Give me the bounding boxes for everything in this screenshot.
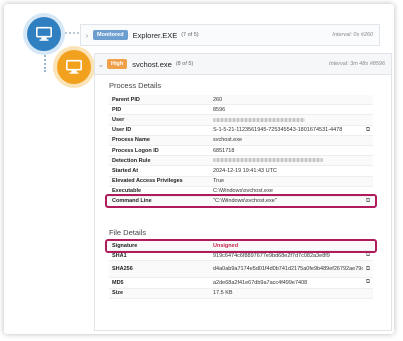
redacted-value xyxy=(213,158,323,163)
row-key: User ID xyxy=(112,127,132,134)
row-value: d4a0ab9a7174e5d01f4d0b741d2175a0fe9b489e… xyxy=(213,266,363,273)
process-details-title: Process Details xyxy=(109,81,162,90)
child-process-row[interactable]: ⌄ High svchost.exe (8 of 5) Interval: 3m… xyxy=(94,53,392,75)
process-details-panel: Process Details Parent PID 260 PID 8596 … xyxy=(94,75,392,331)
row-key: SHA1 xyxy=(112,252,127,259)
executable-highlight xyxy=(105,194,377,208)
table-row: PID 8596 xyxy=(109,105,373,116)
row-value-redacted xyxy=(213,117,363,123)
row-value: S-1-5-21-1123561945-725345543-1801674531… xyxy=(213,127,343,134)
copy-icon[interactable]: ⧉ xyxy=(363,252,373,259)
row-key: SHA256 xyxy=(112,266,133,273)
chevron-right-icon[interactable]: › xyxy=(81,31,93,40)
copy-icon[interactable]: ⧉ xyxy=(363,127,373,134)
table-row: Started At 2024-12-19 19:41:43 UTC xyxy=(109,166,373,177)
row-key: MD5 xyxy=(112,279,124,286)
child-process-node[interactable] xyxy=(57,50,91,84)
row-value: 919c6474c6f8897677e9bd68e2f7d7c082a3e8f9 xyxy=(213,252,330,259)
row-key: Detection Rule xyxy=(112,157,151,164)
process-count: (7 of 5) xyxy=(181,32,199,38)
process-count: (8 of 5) xyxy=(175,61,194,67)
process-interval: Interval: 0s #260 xyxy=(332,32,373,38)
row-key: Parent PID xyxy=(112,96,140,103)
redacted-value xyxy=(213,117,305,122)
table-row: Process Logon ID 6851718 xyxy=(109,146,373,157)
table-row: SHA256 d4a0ab9a7174e5d01f4d0b741d2175a0f… xyxy=(109,261,373,279)
table-row: Detection Rule xyxy=(109,156,373,167)
table-row: Process Name svchost.exe xyxy=(109,135,373,146)
row-value: svchost.exe xyxy=(213,137,243,144)
process-details-table: Parent PID 260 PID 8596 User User ID S-1… xyxy=(109,95,373,208)
row-value-redacted xyxy=(213,158,363,164)
row-value: 6851718 xyxy=(213,147,235,154)
process-tree-panel: › Monitored Explorer.EXE (7 of 5) Interv… xyxy=(4,4,394,334)
row-value: True xyxy=(213,178,225,185)
chevron-down-icon[interactable]: ⌄ xyxy=(95,60,107,69)
row-key: Process Name xyxy=(112,137,150,144)
parent-process-node[interactable] xyxy=(27,17,61,51)
table-row: Elevated Access Privileges True xyxy=(109,176,373,187)
process-name: svchost.exe xyxy=(132,59,172,69)
row-key: Started At xyxy=(112,167,139,174)
copy-icon[interactable]: ⧉ xyxy=(363,266,373,273)
row-value: a2de68a2f41e67db9a7acc4f499e7408 xyxy=(213,279,308,286)
copy-icon[interactable]: ⧉ xyxy=(363,279,373,286)
process-name: Explorer.EXE xyxy=(132,30,178,40)
process-interval: Interval: 3m 48s #8596 xyxy=(329,61,385,67)
table-row: User xyxy=(109,115,373,126)
computer-icon xyxy=(35,26,53,41)
signature-highlight xyxy=(105,239,377,253)
row-value: 260 xyxy=(213,96,223,103)
timeline-connector-parent xyxy=(61,32,79,34)
row-value: 8596 xyxy=(213,106,226,113)
row-value: 2024-12-19 19:41:43 UTC xyxy=(213,167,277,174)
row-key: User xyxy=(112,116,125,123)
row-key: Process Logon ID xyxy=(112,147,159,154)
row-key: PID xyxy=(112,106,122,113)
table-row: MD5 a2de68a2f41e67db9a7acc4f499e7408 ⧉ xyxy=(109,278,373,289)
file-details-title: File Details xyxy=(109,228,147,237)
row-key: Elevated Access Privileges xyxy=(112,178,183,185)
computer-icon xyxy=(65,59,83,74)
row-value: 17.5 KB xyxy=(213,290,233,297)
parent-process-row[interactable]: › Monitored Explorer.EXE (7 of 5) Interv… xyxy=(80,24,380,46)
table-row: Size 17.5 KB xyxy=(109,288,373,299)
severity-badge: High xyxy=(107,59,128,69)
table-row: Parent PID 260 xyxy=(109,95,373,106)
table-row: User ID S-1-5-21-1123561945-725345543-18… xyxy=(109,126,373,136)
status-badge: Monitored xyxy=(93,30,128,40)
row-key: Size xyxy=(112,290,124,297)
